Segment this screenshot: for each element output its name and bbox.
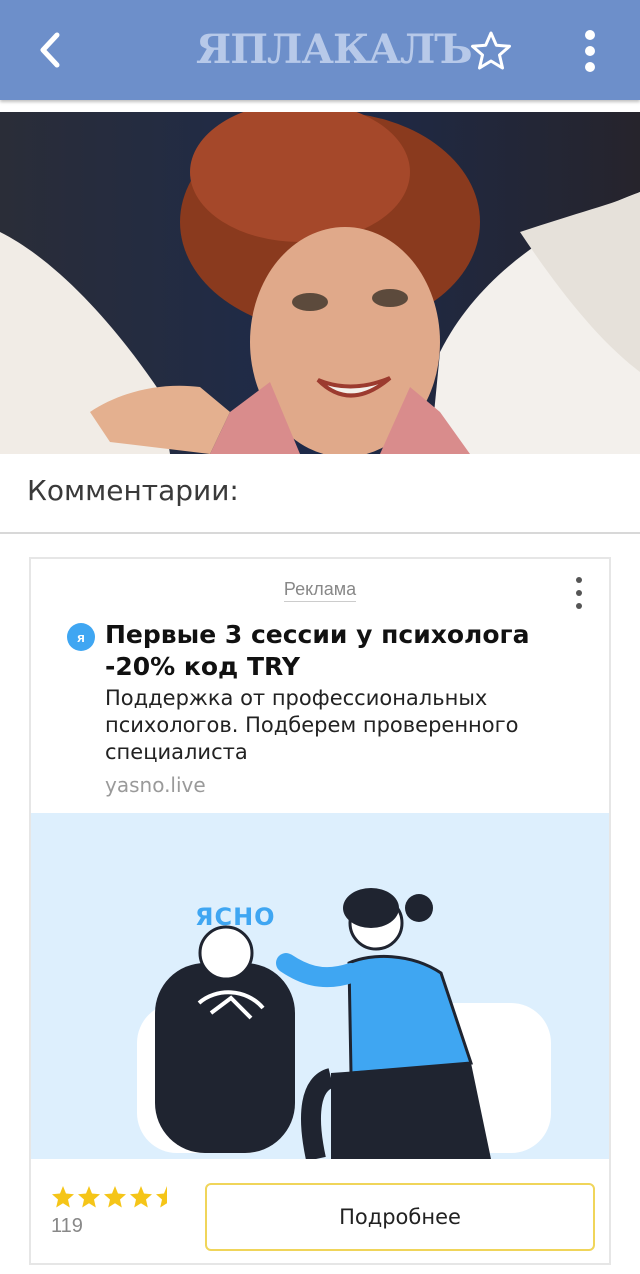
ad-domain[interactable]: yasno.live xyxy=(105,773,206,797)
ad-menu-dot xyxy=(576,577,582,583)
ad-menu-dot xyxy=(576,603,582,609)
section-divider xyxy=(0,532,640,534)
star-outline-icon xyxy=(471,31,511,70)
comments-heading: Комментарии: xyxy=(27,474,239,507)
star-filled-icon xyxy=(52,1186,74,1208)
star-filled-icon xyxy=(78,1186,100,1208)
rating-count: 119 xyxy=(51,1215,83,1237)
post-image[interactable] xyxy=(0,112,640,454)
more-vertical-icon xyxy=(585,30,595,72)
rating-stars xyxy=(51,1185,179,1209)
ad-illustration[interactable]: ЯСНО xyxy=(31,813,609,1159)
ad-menu-dot xyxy=(576,590,582,596)
advertiser-favicon: я xyxy=(67,623,95,651)
ad-card[interactable]: Реклама я Первые 3 сессии у психолога -2… xyxy=(29,557,611,1265)
ad-more-button[interactable]: Подробнее xyxy=(205,1183,595,1251)
site-logo[interactable]: ЯПЛАКАЛЪ xyxy=(196,22,473,78)
ad-description: Поддержка от профессиональных психологов… xyxy=(105,686,519,764)
ad-label: Реклама xyxy=(31,579,609,602)
ad-title[interactable]: Первые 3 сессии у психолога -20% код TRY xyxy=(105,619,605,683)
ad-menu-button[interactable] xyxy=(567,573,591,613)
chevron-left-icon xyxy=(40,32,60,68)
star-filled-icon xyxy=(130,1186,152,1208)
back-button[interactable] xyxy=(22,22,78,78)
brand-logo-yasno: ЯСНО xyxy=(195,903,276,931)
favorite-button[interactable] xyxy=(464,24,518,78)
star-half-icon xyxy=(156,1186,167,1208)
overflow-menu-button[interactable] xyxy=(566,24,614,78)
app-header: ЯПЛАКАЛЪ xyxy=(0,0,640,100)
star-filled-icon xyxy=(104,1186,126,1208)
